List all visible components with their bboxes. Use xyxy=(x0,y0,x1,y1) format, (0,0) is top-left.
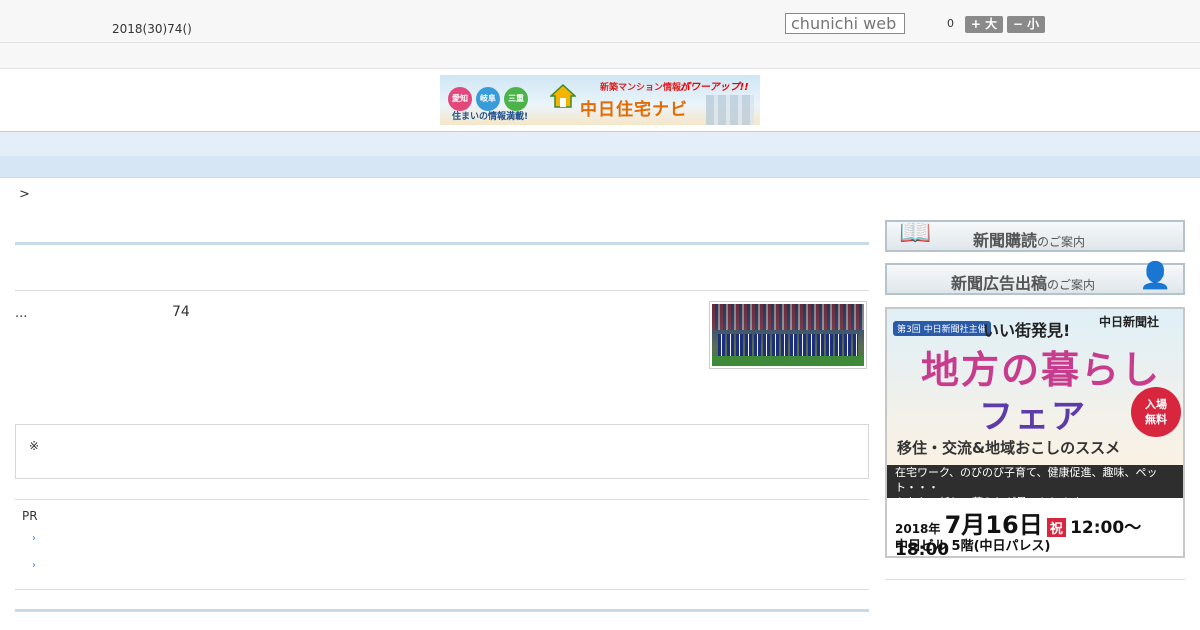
free-entry-badge: 入場 無料 xyxy=(1131,387,1181,437)
pr-divider-bottom xyxy=(15,589,869,590)
pr-label: PR xyxy=(22,509,38,523)
fair-title-line2: フェア xyxy=(979,397,1087,437)
nav-item-7[interactable] xyxy=(627,132,707,156)
fair-advertisement[interactable]: 第3回 中日新聞社主催 いい街発見! 中日新聞社 地方の暮らし フェア 入場 無料… xyxy=(885,307,1185,558)
date-text: 2018(30)74() xyxy=(112,22,192,36)
fair-kicker: 第3回 中日新聞社主催 xyxy=(893,321,991,336)
header-strip xyxy=(0,42,1200,69)
section-divider xyxy=(15,242,869,245)
nav-item-9[interactable] xyxy=(787,132,867,156)
photo-pitch xyxy=(712,356,864,366)
sidebar-divider xyxy=(885,579,1185,580)
pr-divider-top xyxy=(15,499,869,500)
fair-title-line1: 地方の暮らし xyxy=(921,348,1162,392)
housing-navi-banner[interactable]: 愛知 岐阜 三重 住まいの情報満載! 新築マンション情報が パワーアップ!! 中… xyxy=(440,75,760,125)
sub-nav xyxy=(0,156,1200,178)
search-input[interactable] xyxy=(785,13,905,34)
person-icon: 👤 xyxy=(1139,261,1172,291)
photo-players xyxy=(718,334,858,356)
subscribe-button[interactable]: 📖 新聞購読のご案内 xyxy=(885,218,1185,252)
article-lead-text: ... xyxy=(15,306,28,321)
nav-item-3[interactable] xyxy=(307,132,387,156)
font-smaller-button[interactable]: − 小 xyxy=(1007,16,1045,33)
font-size-value: 0 xyxy=(947,17,954,30)
house-icon xyxy=(550,83,576,108)
banner-title: 中日住宅ナビ xyxy=(580,100,688,120)
top-utility-bar: 2018(30)74() 0 + 大 − 小 xyxy=(0,0,1200,42)
nav-item-6[interactable] xyxy=(547,132,627,156)
notice-box: ※ xyxy=(15,424,869,479)
nav-item-5[interactable] xyxy=(467,132,547,156)
nav-item-2[interactable] xyxy=(227,132,307,156)
book-icon: 📖 xyxy=(899,218,932,248)
nav-item-8[interactable] xyxy=(707,132,787,156)
main-nav xyxy=(0,131,1200,157)
footer-divider xyxy=(15,609,869,612)
fair-description: 在宅ワーク、のびのび子育て、健康促進、趣味、ペット・・・ あなたの新しい暮らしが… xyxy=(887,465,1183,509)
fair-brand: 中日新聞社 xyxy=(1099,315,1160,329)
ad-placement-button[interactable]: 新聞広告出稿のご案内 👤 xyxy=(885,261,1185,295)
photo-crowd xyxy=(712,304,864,330)
fair-catch: いい街発見! xyxy=(983,321,1071,340)
font-larger-button[interactable]: + 大 xyxy=(965,16,1003,33)
subscribe-label: 新聞購読のご案内 xyxy=(973,231,1086,250)
stadium-team-photo xyxy=(712,304,864,366)
banner-buildings-graphic xyxy=(706,95,754,125)
nav-item-4[interactable] xyxy=(387,132,467,156)
article-photo[interactable] xyxy=(709,301,867,369)
pr-link-2[interactable]: › xyxy=(32,560,36,571)
banner-badge-aichi: 愛知 xyxy=(448,87,472,111)
notice-mark: ※ xyxy=(29,439,40,453)
banner-badge-gifu: 岐阜 xyxy=(476,87,500,111)
fair-venue: 中日ビル 5階(中日パレス) xyxy=(895,539,1051,554)
breadcrumb[interactable]: > xyxy=(19,187,30,202)
banner-badge-mie: 三重 xyxy=(504,87,528,111)
ad-placement-label: 新聞広告出稿のご案内 xyxy=(951,274,1096,293)
nav-item-1[interactable] xyxy=(147,132,227,156)
article-count: 74 xyxy=(172,304,190,320)
pr-link-1[interactable]: › xyxy=(32,533,36,544)
title-divider xyxy=(15,290,869,291)
banner-tagline: 住まいの情報満載! xyxy=(452,112,529,122)
fair-subtitle: 移住・交流&地域おこしのススメ xyxy=(897,439,1121,457)
banner-power: パワーアップ!! xyxy=(680,82,749,93)
banner-subtitle: 新築マンション情報が xyxy=(600,83,691,93)
